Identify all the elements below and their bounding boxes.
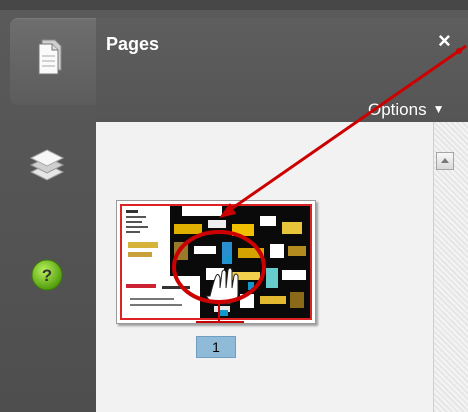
options-menu-button[interactable]: Options ▼ [368, 100, 444, 120]
page-number-label[interactable]: 1 [196, 336, 236, 358]
thumbnail-page-image [120, 204, 312, 320]
scroll-up-arrow-icon[interactable] [436, 152, 454, 170]
pages-panel-header: Pages × Options ▼ [96, 18, 468, 122]
layers-icon[interactable] [28, 148, 66, 184]
close-icon[interactable]: × [438, 28, 451, 54]
pages-icon[interactable] [34, 36, 66, 76]
options-label: Options [368, 100, 427, 119]
help-glyph: ? [42, 266, 52, 285]
thumbnail-content-image [122, 206, 310, 318]
chevron-down-icon: ▼ [432, 102, 445, 116]
panel-title: Pages [106, 34, 160, 54]
page-thumbnail[interactable] [116, 200, 316, 324]
page-thumbnails-pane: 1 [96, 122, 468, 412]
window-top-strip [0, 0, 468, 10]
help-icon[interactable]: ? [30, 258, 64, 292]
